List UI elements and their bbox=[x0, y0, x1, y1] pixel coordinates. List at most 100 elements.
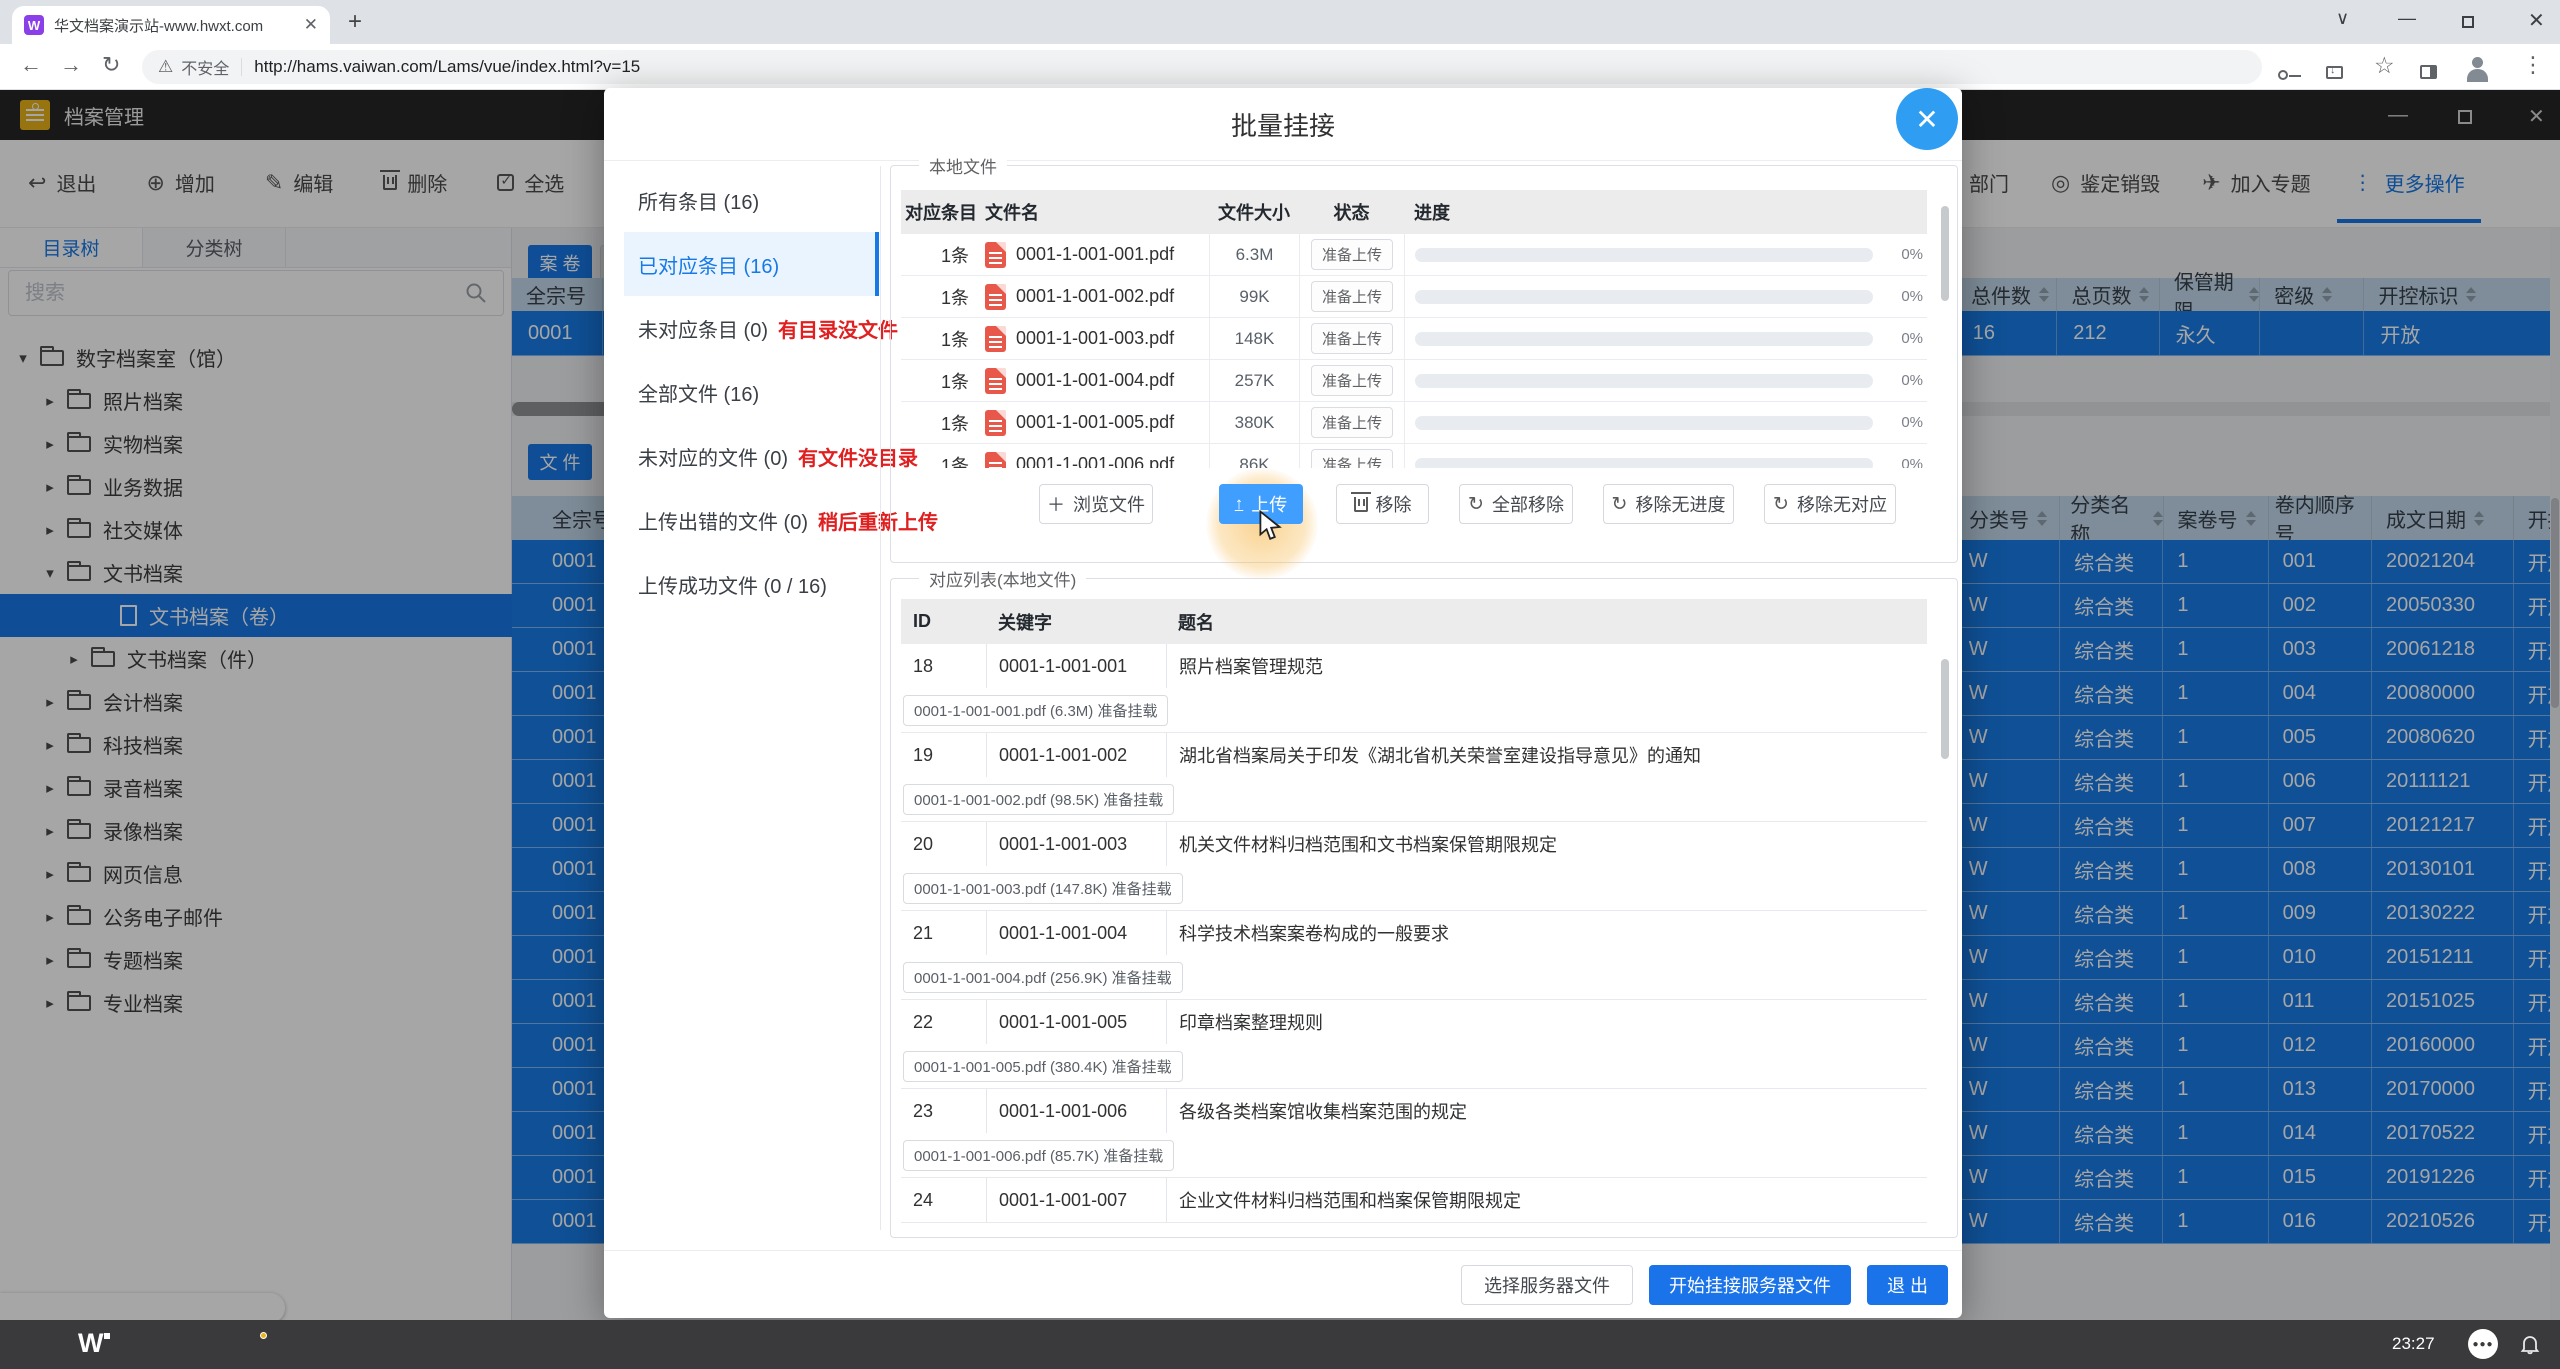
batch-attach-modal: 批量挂接 ✕ 所有条目 (16) 已对应条目 (16) 未对应条目 (0) 有目… bbox=[604, 88, 1962, 1318]
status-badge: 准备上传 bbox=[1310, 365, 1393, 396]
local-files-body: 1条 0001-1-001-001.pdf 6.3M 准备上传 0% 1条 00… bbox=[901, 234, 1927, 468]
remove-all-button[interactable]: ↻ 全部移除 bbox=[1459, 484, 1573, 524]
progress-bar bbox=[1415, 457, 1873, 468]
mapping-entry: 22 0001-1-001-005 印章档案整理规则 0001-1-001-00… bbox=[901, 1000, 1927, 1089]
start-attach-server-files-button[interactable]: 开始挂接服务器文件 bbox=[1648, 1264, 1851, 1305]
file-chip[interactable]: 0001-1-001-003.pdf (147.8K) 准备挂载 bbox=[903, 872, 1183, 904]
browser-tab[interactable]: W 华文档案演示站-www.hwxt.com ✕ bbox=[12, 6, 330, 44]
password-key-icon[interactable] bbox=[2278, 60, 2301, 86]
file-chip[interactable]: 0001-1-001-005.pdf (380.4K) 准备挂载 bbox=[903, 1050, 1183, 1082]
scrollbar-thumb[interactable] bbox=[1941, 206, 1949, 301]
nav-item-label: 未对应条目 (0) bbox=[638, 319, 768, 342]
file-name: 0001-1-001-003.pdf bbox=[1016, 328, 1175, 348]
nav-item-label: 已对应条目 (16) bbox=[638, 255, 780, 278]
progress-percent: 0% bbox=[1901, 372, 1923, 389]
browser-maximize-button[interactable] bbox=[2462, 12, 2474, 33]
modal-nav-item[interactable]: 已对应条目 (16) bbox=[624, 232, 879, 296]
chip-row: 0001-1-001-001.pdf (6.3M) 准备挂载 bbox=[901, 688, 1927, 732]
address-box[interactable]: ⚠ 不安全 http://hams.vaiwan.com/Lams/vue/in… bbox=[142, 50, 2262, 84]
mapping-row[interactable]: 22 0001-1-001-005 印章档案整理规则 bbox=[901, 1000, 1927, 1044]
tab-title: 华文档案演示站-www.hwxt.com bbox=[54, 17, 264, 35]
mapping-table-header: ID 关键字 题名 bbox=[901, 599, 1927, 644]
install-app-icon[interactable] bbox=[2326, 59, 2343, 85]
file-name: 0001-1-001-002.pdf bbox=[1016, 286, 1175, 306]
local-files-legend: 本地文件 bbox=[919, 153, 1007, 178]
mapping-row[interactable]: 20 0001-1-001-003 机关文件材料归档范围和文书档案保管期限规定 bbox=[901, 822, 1927, 866]
mapping-row[interactable]: 24 0001-1-001-007 企业文件材料归档范围和档案保管期限规定 bbox=[901, 1178, 1927, 1222]
mapping-entry: 24 0001-1-001-007 企业文件材料归档范围和档案保管期限规定 bbox=[901, 1178, 1927, 1223]
local-files-header: 对应条目 文件名 文件大小 状态 进度 bbox=[901, 190, 1927, 234]
progress-percent: 0% bbox=[1901, 456, 1923, 468]
remove-no-match-button[interactable]: ↻ 移除无对应 bbox=[1764, 484, 1896, 524]
chip-row: 0001-1-001-006.pdf (85.7K) 准备挂载 bbox=[901, 1133, 1927, 1177]
modal-title: 批量挂接 bbox=[1230, 111, 1335, 141]
local-file-row[interactable]: 1条 0001-1-001-002.pdf 99K 准备上传 0% bbox=[901, 276, 1927, 318]
plus-icon: ＋ bbox=[1047, 495, 1065, 515]
back-icon[interactable]: ← bbox=[20, 52, 42, 78]
modal-nav-item[interactable]: 上传成功文件 (0 / 16) bbox=[624, 552, 879, 616]
modal-nav-item[interactable]: 未对应条目 (0) 有目录没文件 bbox=[624, 296, 898, 360]
pdf-icon bbox=[985, 409, 1006, 436]
mapping-row[interactable]: 19 0001-1-001-002 湖北省档案局关于印发《湖北省机关荣誉室建设指… bbox=[901, 733, 1927, 777]
remove-button[interactable]: 移除 bbox=[1336, 484, 1429, 524]
nav-item-label: 所有条目 (16) bbox=[638, 191, 760, 214]
side-panel-icon[interactable] bbox=[2420, 59, 2437, 85]
tab-close-icon[interactable]: ✕ bbox=[304, 15, 318, 35]
browser-url-bar: ← → ↻ ⚠ 不安全 http://hams.vaiwan.com/Lams/… bbox=[0, 44, 2560, 90]
chip-row: 0001-1-001-002.pdf (98.5K) 准备挂载 bbox=[901, 777, 1927, 821]
modal-close-button[interactable]: ✕ bbox=[1896, 88, 1958, 150]
status-badge: 准备上传 bbox=[1310, 449, 1393, 468]
clock[interactable]: 23:27 bbox=[2392, 1334, 2435, 1354]
file-name: 0001-1-001-001.pdf bbox=[1016, 244, 1175, 264]
modal-nav-item[interactable]: 全部文件 (16) bbox=[624, 360, 879, 424]
modal-nav-item[interactable]: 未对应的文件 (0) 有文件没目录 bbox=[624, 424, 918, 488]
reload-icon[interactable]: ↻ bbox=[102, 52, 120, 78]
notification-bell-icon[interactable] bbox=[2518, 1332, 2542, 1356]
new-tab-button[interactable]: + bbox=[348, 8, 362, 36]
mapping-entry: 19 0001-1-001-002 湖北省档案局关于印发《湖北省机关荣誉室建设指… bbox=[901, 733, 1927, 822]
mapping-row[interactable]: 23 0001-1-001-006 各级各类档案馆收集档案范围的规定 bbox=[901, 1089, 1927, 1133]
choose-server-files-button[interactable]: 选择服务器文件 bbox=[1460, 1264, 1633, 1305]
refresh-icon: ↻ bbox=[1773, 493, 1789, 515]
mapping-table: ID 关键字 题名 18 0001-1-001-001 照片档案管理规范 000… bbox=[901, 599, 1927, 1229]
browser-minimize-button[interactable]: — bbox=[2398, 8, 2416, 29]
exit-button[interactable]: 退 出 bbox=[1866, 1264, 1948, 1305]
local-file-row[interactable]: 1条 0001-1-001-003.pdf 148K 准备上传 0% bbox=[901, 318, 1927, 360]
file-chip[interactable]: 0001-1-001-002.pdf (98.5K) 准备挂载 bbox=[903, 783, 1175, 815]
modal-nav: 所有条目 (16) 已对应条目 (16) 未对应条目 (0) 有目录没文件 全部… bbox=[624, 168, 938, 616]
scrollbar-thumb[interactable] bbox=[1941, 659, 1949, 759]
mapping-row[interactable]: 21 0001-1-001-004 科学技术档案案卷构成的一般要求 bbox=[901, 911, 1927, 955]
progress-percent: 0% bbox=[1901, 246, 1923, 263]
progress-percent: 0% bbox=[1901, 414, 1923, 431]
start-button[interactable]: W bbox=[78, 1328, 112, 1359]
chat-bubble-icon[interactable]: ●●● bbox=[2468, 1329, 2498, 1359]
file-chip[interactable]: 0001-1-001-004.pdf (256.9K) 准备挂载 bbox=[903, 961, 1183, 993]
browse-files-button[interactable]: ＋浏览文件 bbox=[1039, 484, 1153, 524]
browser-close-button[interactable]: ✕ bbox=[2528, 8, 2545, 33]
progress-bar bbox=[1415, 331, 1873, 346]
local-file-row[interactable]: 1条 0001-1-001-004.pdf 257K 准备上传 0% bbox=[901, 360, 1927, 402]
remove-no-progress-button[interactable]: ↻ 移除无进度 bbox=[1603, 484, 1734, 524]
progress-bar bbox=[1415, 289, 1873, 304]
local-file-row[interactable]: 1条 0001-1-001-005.pdf 380K 准备上传 0% bbox=[901, 402, 1927, 444]
browser-profile-chevron-icon[interactable]: ∨ bbox=[2336, 8, 2349, 29]
mapping-list-legend: 对应列表(本地文件) bbox=[919, 566, 1087, 591]
file-chip[interactable]: 0001-1-001-001.pdf (6.3M) 准备挂载 bbox=[903, 694, 1169, 726]
local-file-row[interactable]: 1条 0001-1-001-006.pdf 86K 准备上传 0% bbox=[901, 444, 1927, 468]
local-file-row[interactable]: 1条 0001-1-001-001.pdf 6.3M 准备上传 0% bbox=[901, 234, 1927, 276]
modal-nav-item[interactable]: 上传出错的文件 (0) 稍后重新上传 bbox=[624, 488, 938, 552]
not-secure-warning-icon: ⚠ bbox=[158, 57, 174, 76]
refresh-icon: ↻ bbox=[1468, 493, 1484, 515]
forward-icon[interactable]: → bbox=[60, 52, 82, 78]
divider bbox=[604, 160, 1962, 161]
modal-nav-item[interactable]: 所有条目 (16) bbox=[624, 168, 879, 232]
mapping-row[interactable]: 18 0001-1-001-001 照片档案管理规范 bbox=[901, 644, 1927, 688]
url-text[interactable]: http://hams.vaiwan.com/Lams/vue/index.ht… bbox=[254, 57, 640, 77]
bookmark-star-icon[interactable]: ☆ bbox=[2374, 52, 2395, 79]
mouse-cursor bbox=[1259, 510, 1282, 540]
browser-menu-kebab-icon[interactable]: ⋮ bbox=[2522, 52, 2544, 78]
security-label[interactable]: 不安全 bbox=[181, 55, 229, 79]
file-chip[interactable]: 0001-1-001-006.pdf (85.7K) 准备挂载 bbox=[903, 1139, 1175, 1171]
file-name: 0001-1-001-006.pdf bbox=[1016, 454, 1175, 468]
screen: W 华文档案演示站-www.hwxt.com ✕ + ∨ — ✕ ← → ↻ ⚠… bbox=[0, 0, 2560, 1369]
